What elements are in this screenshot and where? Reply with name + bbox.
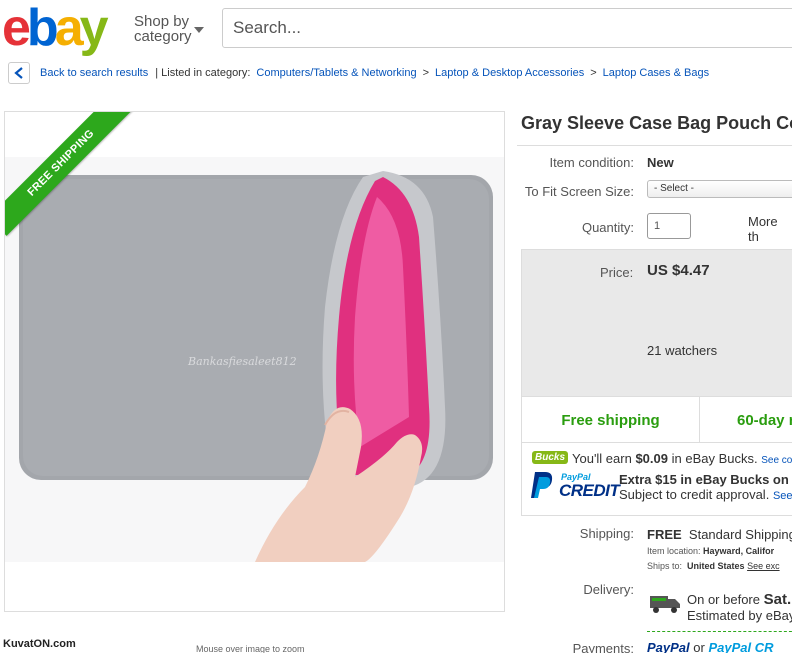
chevron-left-icon xyxy=(14,67,23,79)
quantity-label: Quantity: xyxy=(581,220,634,235)
breadcrumb-separator: > xyxy=(590,67,597,79)
logo-letter-b: b xyxy=(26,0,59,57)
logo-letter-a: a xyxy=(54,0,84,57)
credit-see-link[interactable]: See xyxy=(773,490,792,502)
credit-word: CREDIT xyxy=(559,481,620,500)
ships-to-value: United States xyxy=(687,561,745,571)
ships-to-label: Ships to: xyxy=(647,561,683,571)
zoom-hint: Mouse over image to zoom xyxy=(196,644,305,653)
seller-watermark: Bankasfiesaleet812 xyxy=(188,355,297,368)
delivery-label: Delivery: xyxy=(583,582,634,597)
search-placeholder: Search... xyxy=(233,18,302,37)
quantity-input[interactable]: 1 xyxy=(647,213,691,239)
chevron-down-icon[interactable] xyxy=(194,27,204,33)
bucks-amount: $0.09 xyxy=(635,451,668,466)
ebay-bucks-badge: Bucks xyxy=(532,451,569,464)
delivery-on-or-before: On or before xyxy=(687,592,764,607)
product-image-frame[interactable]: FREE SHIPPING Bankasfiesaleet812 xyxy=(4,111,505,612)
divider xyxy=(517,145,792,146)
payment-logos: PayPal or PayPal CR xyxy=(647,640,774,653)
credit-sub: Subject to credit approval. xyxy=(619,487,770,502)
breadcrumb-laptop-accessories[interactable]: Laptop & Desktop Accessories xyxy=(435,67,584,79)
breadcrumb-laptop-cases[interactable]: Laptop Cases & Bags xyxy=(603,67,709,79)
truck-icon xyxy=(650,596,680,613)
shipping-type: Standard Shipping xyxy=(688,527,792,542)
payments-label: Payments: xyxy=(572,641,634,653)
credit-offer: Extra $15 in eBay Bucks on xyxy=(619,472,789,487)
ebay-logo[interactable]: ebay xyxy=(2,0,109,57)
shop-by-line1: Shop by xyxy=(134,13,190,30)
divider xyxy=(647,631,792,632)
bucks-text-1: You'll earn xyxy=(572,451,636,466)
ships-to: Ships to: United States See exc xyxy=(647,561,780,571)
watchers-count: 21 watchers xyxy=(647,343,718,358)
payments-or: or xyxy=(693,640,705,653)
logo-letter-e: e xyxy=(2,0,31,57)
condition-label: Item condition: xyxy=(549,155,634,170)
delivery-line1: On or before Sat. xyxy=(687,591,791,608)
shop-by-category-button[interactable]: Shop by category xyxy=(134,14,192,44)
fit-screen-select[interactable]: - Select - xyxy=(647,180,792,198)
delivery-date: Sat. xyxy=(763,591,792,608)
search-input[interactable]: Search... xyxy=(222,8,792,48)
price-box: Price: US $4.47 21 watchers xyxy=(522,250,792,396)
breadcrumb-computers[interactable]: Computers/Tablets & Networking xyxy=(256,67,416,79)
ships-to-see-link[interactable]: See exc xyxy=(747,561,780,571)
credit-sub-row: Subject to credit approval. See xyxy=(619,487,792,502)
bucks-text: You'll earn $0.09 in eBay Bucks. See co xyxy=(572,451,792,466)
item-location: Item location: Hayward, Califor xyxy=(647,546,774,556)
quantity-value: 1 xyxy=(654,220,661,232)
fit-screen-selected: - Select - xyxy=(654,183,695,194)
listed-in-label: | Listed in category: xyxy=(155,67,251,79)
breadcrumb: Back to search results | Listed in categ… xyxy=(8,60,709,86)
back-button[interactable] xyxy=(8,62,30,84)
bucks-text-2: in eBay Bucks. xyxy=(668,451,758,466)
listing-title: Gray Sleeve Case Bag Pouch Co xyxy=(521,113,792,133)
fit-screen-label: To Fit Screen Size: xyxy=(524,184,634,199)
shop-by-line2: category xyxy=(134,28,192,45)
price-label: Price: xyxy=(600,265,634,280)
bucks-see-link[interactable]: See co xyxy=(761,455,792,466)
condition-value: New xyxy=(647,155,674,170)
back-to-results-link[interactable]: Back to search results xyxy=(40,67,148,79)
shipping-label: Shipping: xyxy=(579,526,634,541)
location-value: Hayward, Califor xyxy=(703,546,775,556)
paypal-credit-logo: PayPal CR xyxy=(708,640,774,653)
location-label: Item location: xyxy=(647,546,701,556)
header: ebay Shop by category Search... xyxy=(0,0,792,58)
shipping-returns-row: Free shipping 60-day r xyxy=(522,396,792,443)
shipping-value: FREE Standard Shipping xyxy=(647,527,792,542)
more-than-available: More th xyxy=(748,214,778,244)
paypal-logo: PayPal xyxy=(647,640,690,653)
returns-label: 60-day r xyxy=(737,411,792,429)
shipping-free: FREE xyxy=(647,527,682,542)
price-value: US $4.47 xyxy=(647,262,710,279)
free-shipping-label: Free shipping xyxy=(561,411,660,429)
site-watermark: KuvatON.com xyxy=(0,637,79,651)
breadcrumb-separator: > xyxy=(422,67,430,79)
paypal-icon xyxy=(531,472,553,498)
logo-letter-y: y xyxy=(79,0,109,57)
delivery-estimate: Estimated by eBay xyxy=(687,608,792,623)
